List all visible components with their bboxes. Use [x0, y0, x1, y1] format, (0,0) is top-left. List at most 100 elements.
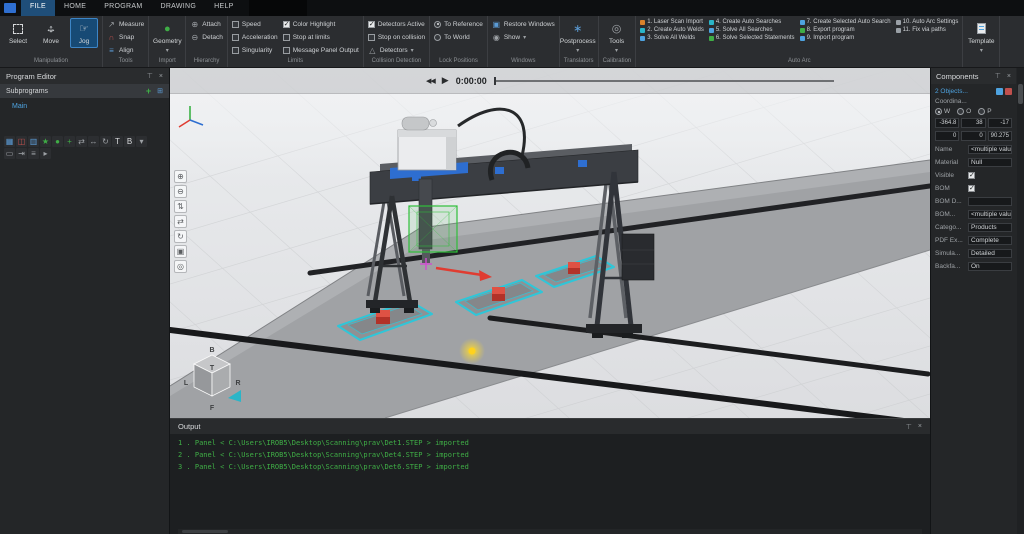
position-x-field[interactable]: -364.8 [935, 118, 959, 128]
copy-subprogram-icon[interactable]: ⊞ [157, 87, 163, 95]
pan-horizontal-icon[interactable]: ⇄ [174, 215, 187, 228]
pin-icon[interactable]: ⊤ [147, 72, 153, 80]
detectors-active-checkbox[interactable]: Detectors Active [368, 18, 425, 30]
output-log[interactable]: 1 . Panel < C:\Users\IROB5\Desktop\Scann… [170, 434, 930, 534]
create-auto-welds-button[interactable]: 2. Create Auto Welds [640, 27, 704, 33]
statement-bold-icon[interactable]: B [124, 136, 135, 147]
viewcube-back-label[interactable]: B [209, 347, 214, 354]
tab-file[interactable]: FILE [21, 0, 55, 16]
timeline-slider[interactable] [494, 80, 834, 82]
statement-add-icon[interactable]: + [64, 136, 75, 147]
geometry-button[interactable]: ● Geometry ▾ [153, 18, 181, 57]
solve-selected-statements-button[interactable]: 6. Solve Selected Statements [709, 35, 795, 41]
statement-frames-icon[interactable]: ◫ [16, 136, 27, 147]
play-button[interactable]: ▶ [442, 75, 449, 86]
speed-checkbox[interactable]: Speed [232, 18, 278, 30]
detectors-dropdown[interactable]: △Detectors▾ [368, 44, 425, 56]
position-y-field[interactable]: 38 [961, 118, 985, 128]
robot-icon[interactable] [1005, 88, 1012, 95]
pan-vertical-icon[interactable]: ⇅ [174, 200, 187, 213]
statement-goto-icon[interactable]: ⇥ [16, 148, 27, 159]
tab-program[interactable]: PROGRAM [95, 0, 151, 16]
align-button[interactable]: ≡Align [107, 44, 144, 56]
to-reference-radio[interactable]: To Reference [434, 18, 483, 30]
create-selected-auto-search-button[interactable]: 7. Create Selected Auto Search [800, 19, 891, 25]
detach-button[interactable]: ⊖Detach [190, 31, 223, 43]
active-document-tab[interactable] [249, 0, 307, 16]
category-field[interactable]: Products [968, 223, 1012, 232]
solve-all-searches-button[interactable]: 5. Solve All Searches [709, 27, 795, 33]
acceleration-checkbox[interactable]: Acceleration [232, 31, 278, 43]
pin-icon[interactable]: ⊤ [995, 72, 1001, 80]
calibration-tools-button[interactable]: ◎ Tools ▾ [603, 18, 631, 57]
position-z-field[interactable]: -17 [988, 118, 1012, 128]
statement-loop-icon[interactable]: ↻ [100, 136, 111, 147]
laser-scan-import-button[interactable]: 1. Laser Scan Import [640, 19, 704, 25]
statement-record-icon[interactable]: ● [52, 136, 63, 147]
postprocess-button[interactable]: ∗ Postprocess ▾ [564, 18, 592, 57]
rotation-y-field[interactable]: 0 [961, 131, 985, 141]
window-scrollbar[interactable] [1017, 68, 1024, 534]
tab-home[interactable]: HOME [55, 0, 95, 16]
tab-drawing[interactable]: DRAWING [151, 0, 205, 16]
viewcube-front-label[interactable]: F [210, 405, 215, 412]
auto-arc-settings-button[interactable]: 10. Auto Arc Settings [896, 19, 959, 25]
subprogram-item-main[interactable]: Main [0, 98, 169, 110]
solve-all-welds-button[interactable]: 3. Solve All Welds [640, 35, 704, 41]
skip-start-button[interactable]: ◀◀ [426, 77, 435, 85]
component-icon[interactable] [996, 88, 1003, 95]
rotation-z-field[interactable]: 90.275 [988, 131, 1012, 141]
world-radio[interactable]: W [935, 108, 950, 115]
statement-jump-icon[interactable]: ↔ [88, 136, 99, 147]
app-icon[interactable] [4, 3, 16, 13]
template-button[interactable]: Template ▾ [967, 18, 995, 57]
measure-button[interactable]: ↗Measure [107, 18, 144, 30]
to-world-radio[interactable]: To World [434, 31, 483, 43]
select-button[interactable]: Select [4, 18, 32, 48]
attach-button[interactable]: ⊕Attach [190, 18, 223, 30]
color-highlight-checkbox[interactable]: Color Highlight [283, 18, 359, 30]
statement-chart-icon[interactable]: ▥ [28, 136, 39, 147]
move-button[interactable]: ↔↕ Move [37, 18, 65, 48]
bom-description-field[interactable] [968, 197, 1012, 206]
viewcube-left-label[interactable]: L [184, 380, 189, 387]
close-icon[interactable]: × [1007, 73, 1011, 80]
create-auto-searches-button[interactable]: 4. Create Auto Searches [709, 19, 795, 25]
close-icon[interactable]: × [918, 423, 922, 430]
restore-windows-button[interactable]: ▣Restore Windows [492, 18, 555, 30]
zoom-out-tool-icon[interactable]: ⊖ [174, 185, 187, 198]
snap-button[interactable]: ∩Snap [107, 31, 144, 43]
export-program-button[interactable]: 8. Export program [800, 27, 891, 33]
simulation-level-field[interactable]: Detailed [968, 249, 1012, 258]
material-field[interactable]: Null [968, 158, 1012, 167]
pin-icon[interactable]: ⊤ [906, 423, 912, 431]
import-program-button[interactable]: 9. Import program [800, 35, 891, 41]
window-scrollbar-thumb[interactable] [1018, 84, 1023, 104]
message-panel-output-checkbox[interactable]: Message Panel Output [283, 44, 359, 56]
object-radio[interactable]: O [957, 108, 971, 115]
rotation-x-field[interactable]: 0 [935, 131, 959, 141]
subprograms-header[interactable]: Subprograms + ⊞ [0, 84, 169, 98]
output-scrollbar-thumb[interactable] [182, 530, 228, 533]
zoom-in-tool-icon[interactable]: ⊕ [174, 170, 187, 183]
show-dropdown[interactable]: ◉Show▾ [492, 31, 555, 43]
backface-field[interactable]: On [968, 262, 1012, 271]
rotate-view-icon[interactable]: ↻ [174, 230, 187, 243]
close-icon[interactable]: × [159, 73, 163, 80]
jog-button[interactable]: ☞ Jog [70, 18, 98, 48]
fit-view-icon[interactable]: ▣ [174, 245, 187, 258]
viewcube-top-label[interactable]: T [210, 365, 215, 372]
stop-on-collision-checkbox[interactable]: Stop on collision [368, 31, 425, 43]
selected-objects-link[interactable]: 2 Objects... [935, 88, 1012, 95]
timeline-thumb[interactable] [494, 77, 496, 85]
pdf-export-field[interactable]: Complete [968, 236, 1012, 245]
viewport-3d[interactable]: B T F L R ◀◀ ▶ 0:00:00 ⊕ [170, 68, 930, 418]
bom-checkbox[interactable] [968, 185, 975, 192]
statement-grid-icon[interactable]: ▦ [4, 136, 15, 147]
fix-via-paths-button[interactable]: 11. Fix via paths [896, 27, 959, 33]
visible-checkbox[interactable] [968, 172, 975, 179]
statement-text-icon[interactable]: T [112, 136, 123, 147]
singularity-checkbox[interactable]: Singularity [232, 44, 278, 56]
statement-star-icon[interactable]: ★ [40, 136, 51, 147]
statement-box-icon[interactable]: ▭ [4, 148, 15, 159]
